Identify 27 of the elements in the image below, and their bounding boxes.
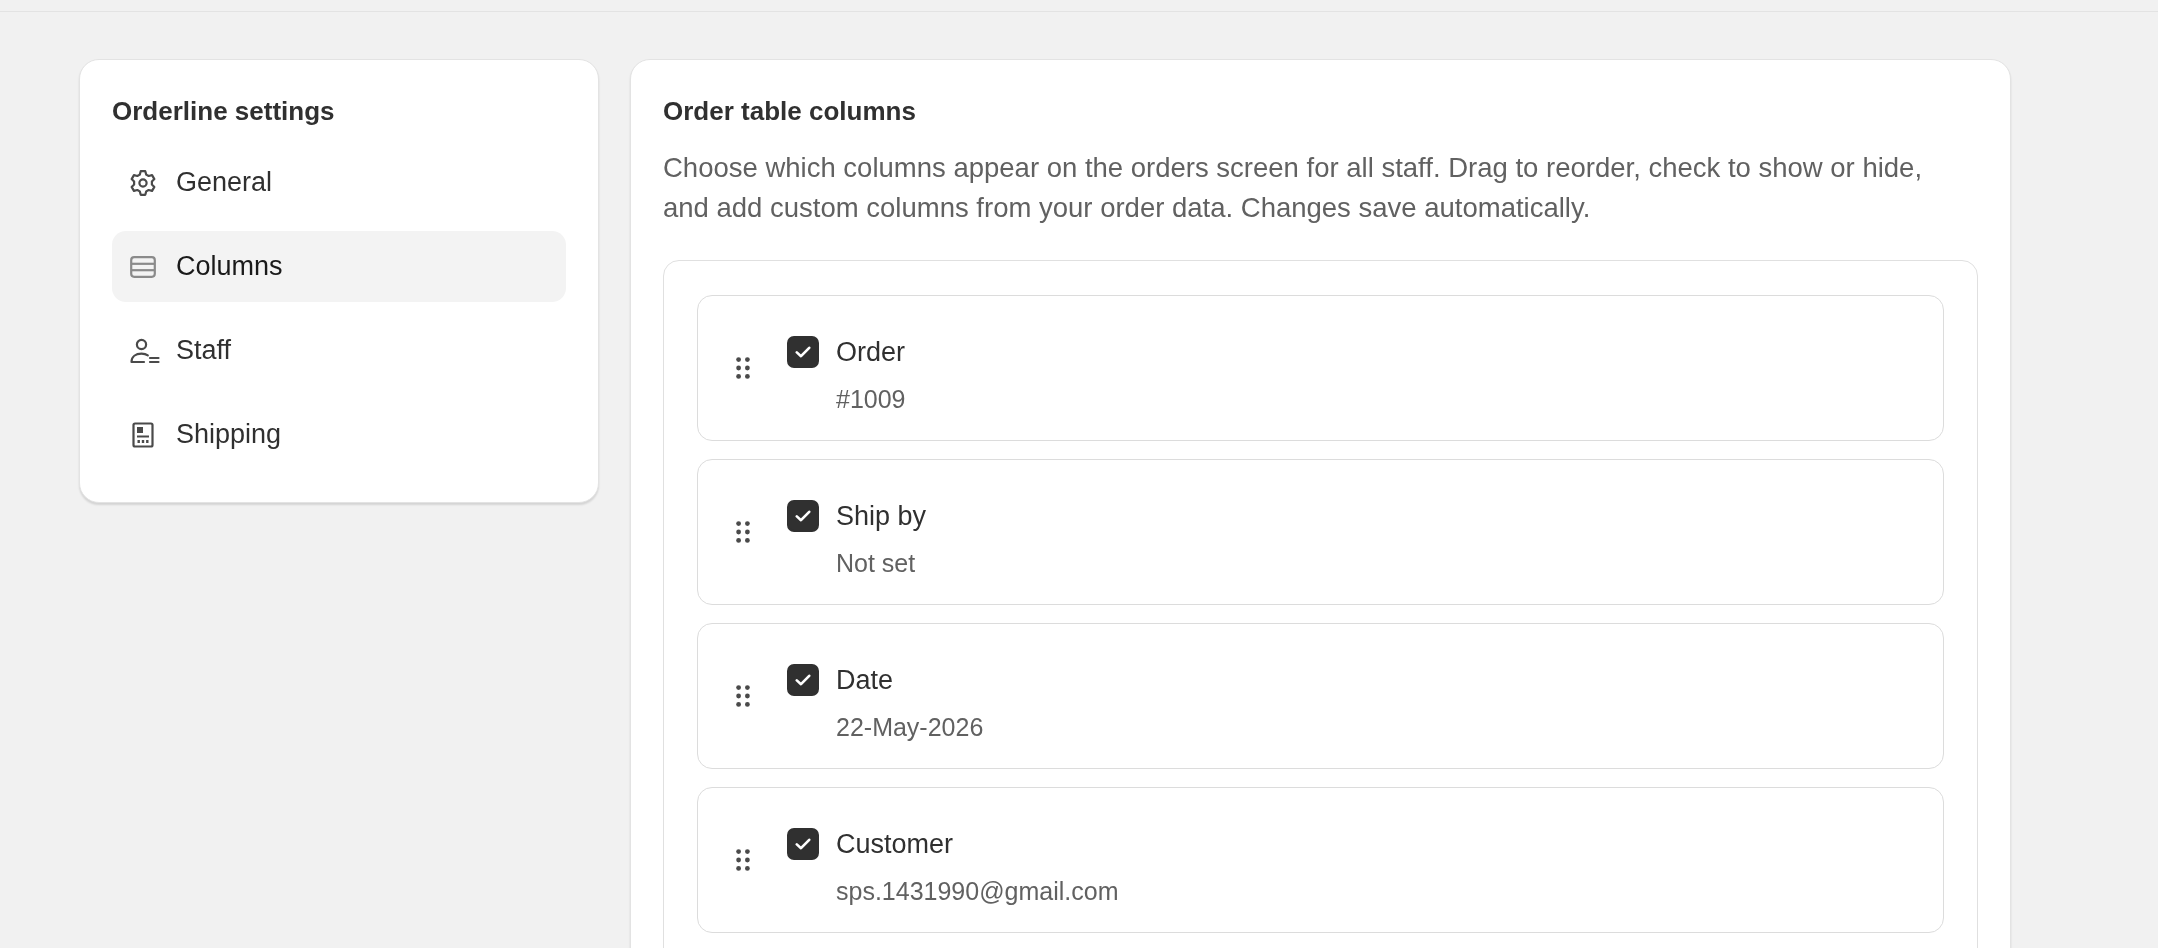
column-value: sps.1431990@gmail.com <box>836 876 1119 906</box>
column-label: Order <box>836 336 906 368</box>
column-label: Ship by <box>836 500 927 532</box>
checkmark-icon <box>795 510 811 522</box>
checkbox[interactable] <box>787 828 819 860</box>
gear-icon <box>129 168 157 197</box>
sidebar-item[interactable]: Columns <box>112 231 566 302</box>
sidebar-title: Orderline settings <box>112 95 336 127</box>
checkmark-icon <box>795 346 811 358</box>
drag-handle-icon[interactable] <box>736 685 750 707</box>
column-value: #1009 <box>836 384 906 414</box>
checkbox[interactable] <box>787 664 819 696</box>
column-label: Customer <box>836 828 954 860</box>
page-icon <box>129 420 157 449</box>
card-title: Order table columns <box>663 95 917 127</box>
column-label: Date <box>836 664 894 696</box>
checkmark-icon <box>795 674 811 686</box>
drag-handle-icon[interactable] <box>736 357 750 379</box>
checkbox[interactable] <box>787 336 819 368</box>
column-value: 22-May-2026 <box>836 712 984 742</box>
column-value: Not set <box>836 548 916 578</box>
card-description: Choose which columns appear on the orders screen for all staff. Drag to reorder, check to show or hide, and add custom columns from your order data. Changes save automatically. <box>663 151 1924 225</box>
checkbox[interactable] <box>787 500 819 532</box>
checkmark-icon <box>795 838 811 850</box>
person-list-icon <box>129 336 160 365</box>
drag-handle-icon[interactable] <box>736 521 750 543</box>
drag-handle-icon[interactable] <box>736 849 750 871</box>
